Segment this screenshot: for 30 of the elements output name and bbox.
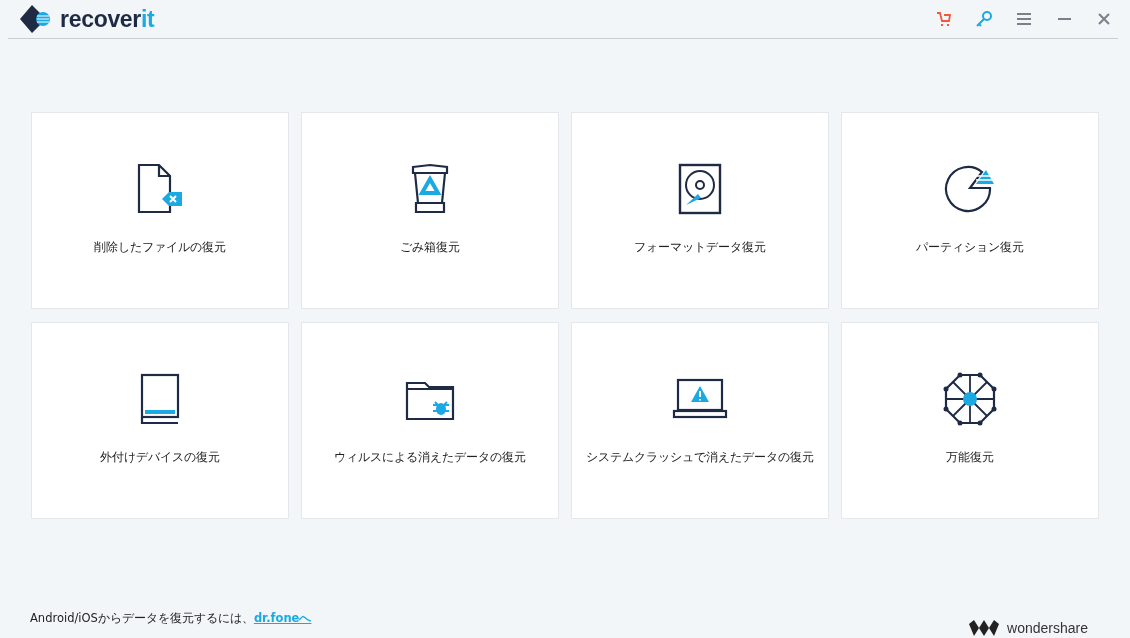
file-delete-icon bbox=[136, 163, 184, 215]
logo-text: recoverit bbox=[60, 5, 155, 33]
recovery-mode-card[interactable]: ごみ箱復元 bbox=[301, 112, 559, 309]
recovery-mode-card[interactable]: フォーマットデータ復元 bbox=[571, 112, 829, 309]
recovery-mode-card[interactable]: パーティション復元 bbox=[841, 112, 1099, 309]
key-icon[interactable] bbox=[974, 9, 994, 29]
cart-icon[interactable] bbox=[934, 9, 954, 29]
brand-name: wondershare bbox=[1007, 620, 1088, 636]
recovery-mode-card[interactable]: ウィルスによる消えたデータの復元 bbox=[301, 322, 559, 519]
android-ios-note: Android/iOSからデータを復元するには、dr.foneへ bbox=[30, 610, 312, 626]
mode-label: フォーマットデータ復元 bbox=[634, 239, 766, 256]
recovery-mode-card[interactable]: 万能復元 bbox=[841, 322, 1099, 519]
external-drive-icon bbox=[139, 373, 181, 425]
mode-label: パーティション復元 bbox=[916, 239, 1024, 256]
mode-label: 外付けデバイスの復元 bbox=[100, 449, 220, 466]
network-wheel-icon bbox=[943, 372, 997, 426]
mode-label: 削除したファイルの復元 bbox=[94, 239, 226, 256]
recovery-mode-card[interactable]: 外付けデバイスの復元 bbox=[31, 322, 289, 519]
mode-label: システムクラッシュで消えたデータの復元 bbox=[586, 449, 814, 466]
brand-logo-icon bbox=[969, 620, 1000, 636]
mode-label: ウィルスによる消えたデータの復元 bbox=[334, 449, 526, 466]
recovery-mode-card[interactable]: システムクラッシュで消えたデータの復元 bbox=[571, 322, 829, 519]
pie-chart-icon bbox=[944, 164, 996, 214]
mode-label: 万能復元 bbox=[946, 449, 994, 466]
mode-label: ごみ箱復元 bbox=[400, 239, 460, 256]
laptop-warning-icon bbox=[672, 378, 728, 420]
recycle-bin-icon bbox=[410, 163, 450, 215]
logo-icon bbox=[20, 5, 52, 33]
recovery-mode-card[interactable]: 削除したファイルの復元 bbox=[31, 112, 289, 309]
hard-drive-icon bbox=[678, 163, 722, 215]
